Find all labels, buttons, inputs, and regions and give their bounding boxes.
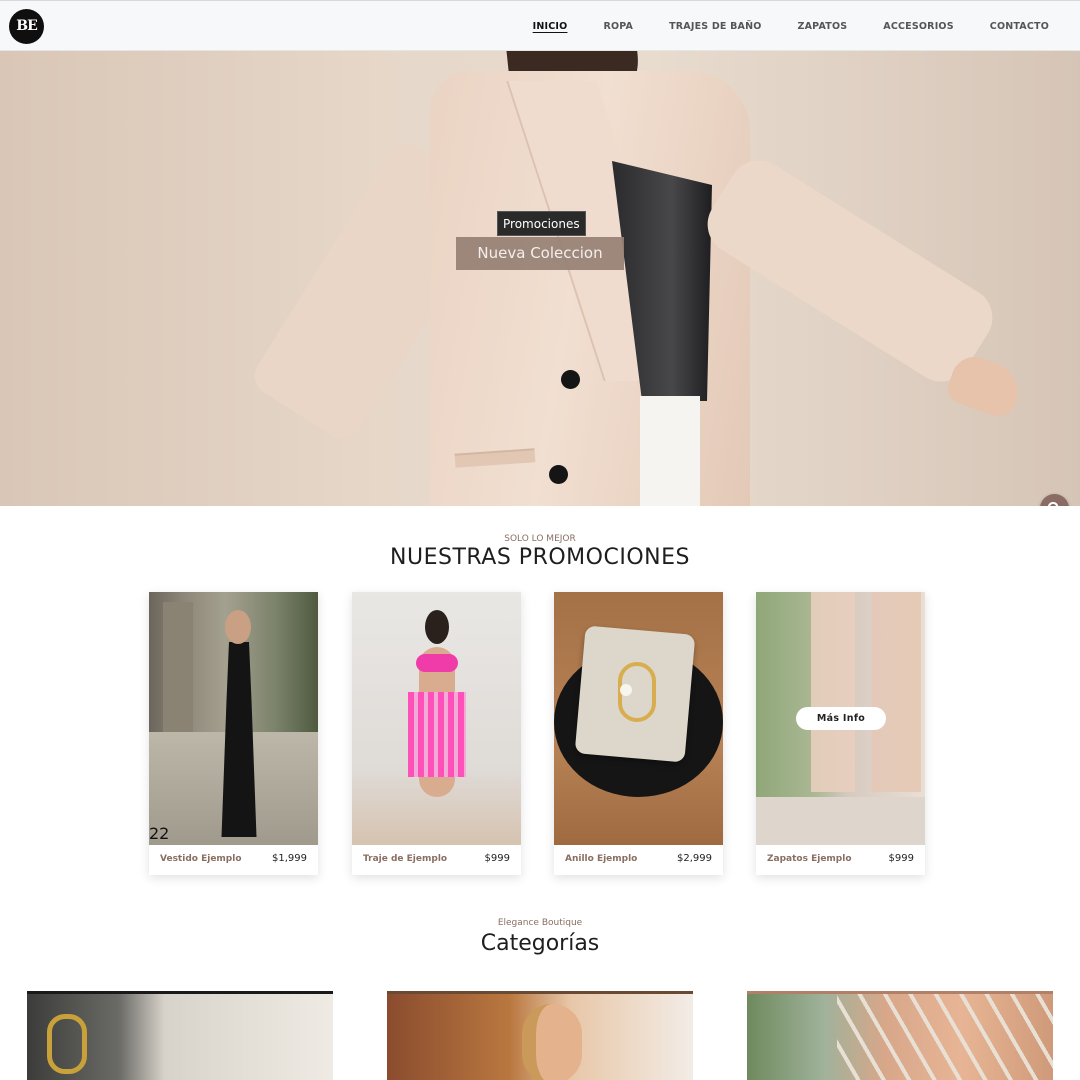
product-price: $999 xyxy=(484,853,510,864)
product-image[interactable]: 22 xyxy=(149,592,318,845)
image-number-overlay: 22 xyxy=(149,824,170,843)
hero-banner: Promociones Nueva Coleccion xyxy=(0,51,1080,506)
categories-kicker: Elegance Boutique xyxy=(497,918,583,928)
product-card[interactable]: 22 Vestido Ejemplo $1,999 xyxy=(149,592,318,875)
category-tile-clothing[interactable] xyxy=(387,991,693,1080)
hero-image-coat-button xyxy=(561,370,580,389)
search-icon xyxy=(1047,501,1059,506)
categories-title: Categorías xyxy=(480,931,600,956)
main-nav: INICIO ROPA TRAJES DE BAÑO ZAPATOS ACCES… xyxy=(533,1,1080,51)
category-tile-shoes[interactable] xyxy=(747,991,1053,1080)
product-name[interactable]: Zapatos Ejemplo xyxy=(767,854,852,864)
more-info-button[interactable]: Más Info xyxy=(796,707,886,730)
product-image-hair xyxy=(425,610,449,644)
nav-accesorios[interactable]: ACCESORIOS xyxy=(883,21,953,32)
product-image[interactable] xyxy=(352,592,521,845)
search-button[interactable] xyxy=(1040,494,1069,506)
category-tile-bags[interactable] xyxy=(27,991,333,1080)
product-image-skirt xyxy=(408,692,466,777)
product-card[interactable]: Traje de Ejemplo $999 xyxy=(352,592,521,875)
product-image-bikini-top xyxy=(416,654,458,672)
hero-tag[interactable]: Promociones xyxy=(497,211,586,236)
nav-zapatos[interactable]: ZAPATOS xyxy=(798,21,848,32)
product-price: $999 xyxy=(888,853,914,864)
hero-image-pants xyxy=(640,396,700,506)
product-card[interactable]: Más Info Zapatos Ejemplo $999 xyxy=(756,592,925,875)
site-logo[interactable]: BE xyxy=(9,9,44,44)
product-image[interactable] xyxy=(554,592,723,845)
product-image-model xyxy=(225,610,251,644)
hero-title[interactable]: Nueva Coleccion xyxy=(456,237,624,270)
product-name[interactable]: Anillo Ejemplo xyxy=(565,854,637,864)
site-header: BE INICIO ROPA TRAJES DE BAÑO ZAPATOS AC… xyxy=(0,0,1080,51)
product-card[interactable]: Anillo Ejemplo $2,999 xyxy=(554,592,723,875)
product-price: $2,999 xyxy=(677,853,712,864)
nav-inicio[interactable]: INICIO xyxy=(533,21,568,32)
nav-contacto[interactable]: CONTACTO xyxy=(990,21,1049,32)
nav-ropa[interactable]: ROPA xyxy=(603,21,633,32)
product-image-wall xyxy=(163,602,193,742)
product-image-pearl xyxy=(620,684,632,696)
product-price: $1,999 xyxy=(272,853,307,864)
category-image-model xyxy=(522,1004,582,1080)
product-image[interactable]: Más Info xyxy=(756,592,925,845)
category-image-chain xyxy=(47,1014,87,1074)
product-name[interactable]: Traje de Ejemplo xyxy=(363,854,447,864)
hero-image-coat-button xyxy=(549,465,568,484)
product-name[interactable]: Vestido Ejemplo xyxy=(160,854,242,864)
promotions-title: NUESTRAS PROMOCIONES xyxy=(390,545,690,570)
promotions-kicker: SOLO LO MEJOR xyxy=(504,534,576,544)
nav-trajes-de-bano[interactable]: TRAJES DE BAÑO xyxy=(669,21,761,32)
category-image-straps xyxy=(837,994,1053,1080)
